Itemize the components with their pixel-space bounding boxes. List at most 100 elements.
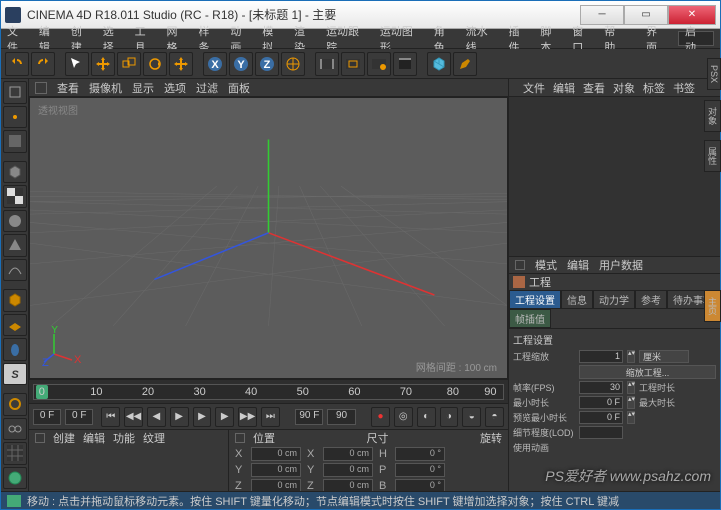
vp-display[interactable]: 显示	[132, 80, 154, 96]
preview-min-input[interactable]: 0 F	[579, 411, 623, 424]
side-tab-psx[interactable]: PSX	[707, 58, 721, 90]
lod-input[interactable]	[579, 426, 623, 439]
grid-button[interactable]	[3, 442, 27, 465]
object-manager-list[interactable]	[509, 97, 720, 256]
key-param-button[interactable]: ◓	[485, 407, 504, 427]
play-back-button[interactable]: ▶	[170, 407, 189, 427]
size-x-input[interactable]: 0 cm	[323, 447, 373, 461]
layout-select[interactable]: 启动	[678, 31, 714, 46]
scale-project-button[interactable]: 缩放工程...	[579, 365, 716, 379]
render-settings-button[interactable]	[367, 52, 391, 76]
fps-spinner[interactable]: ▴▾	[627, 381, 635, 394]
pos-z-input[interactable]: 0 cm	[251, 479, 301, 491]
mat-grip-icon[interactable]	[35, 433, 45, 443]
am-grip-icon[interactable]	[515, 260, 525, 270]
min-time-input[interactable]: 0 F	[579, 396, 623, 409]
coord-rot-tab[interactable]: 旋转	[480, 430, 502, 446]
y-axis-button[interactable]: Y	[229, 52, 253, 76]
model-mode-button[interactable]	[3, 81, 27, 104]
chain-button[interactable]	[3, 418, 27, 441]
next-key-button[interactable]: ▶▶	[238, 407, 257, 427]
key-scale-button[interactable]: ◑	[440, 407, 459, 427]
om-tags[interactable]: 标签	[643, 80, 665, 96]
material-button[interactable]	[3, 467, 27, 490]
redo-button[interactable]	[31, 52, 55, 76]
x-axis-button[interactable]: X	[203, 52, 227, 76]
am-mode[interactable]: 模式	[535, 257, 557, 273]
min-spinner[interactable]: ▴▾	[627, 396, 635, 409]
coord-grip-icon[interactable]	[235, 433, 245, 443]
checker-button[interactable]	[3, 185, 27, 208]
tab-interpolation[interactable]: 帧插值	[509, 309, 551, 328]
circle-button[interactable]	[3, 393, 27, 416]
rot-h-input[interactable]: 0 °	[395, 447, 445, 461]
prev-key-button[interactable]: ◀◀	[124, 407, 143, 427]
goto-start-button[interactable]: ⏮	[101, 407, 120, 427]
coord-size-tab[interactable]: 尺寸	[367, 430, 389, 446]
pos-x-input[interactable]: 0 cm	[251, 447, 301, 461]
scale-unit-select[interactable]: 厘米	[639, 350, 689, 363]
play-forward-button[interactable]: ▶	[193, 407, 212, 427]
texture-mode-button[interactable]	[3, 130, 27, 153]
vp-panel[interactable]: 面板	[228, 80, 250, 96]
goto-end-button[interactable]: ⏭	[261, 407, 280, 427]
vp-options[interactable]: 选项	[164, 80, 186, 96]
record-button[interactable]: ●	[371, 407, 390, 427]
side-tab-content[interactable]: 属性	[704, 140, 721, 172]
mouse-button[interactable]	[3, 338, 27, 361]
mat-texture[interactable]: 纹理	[143, 430, 165, 446]
render-region-button[interactable]	[341, 52, 365, 76]
coord-pos-tab[interactable]: 位置	[253, 430, 275, 446]
floor-button[interactable]	[3, 314, 27, 337]
pen-button[interactable]	[453, 52, 477, 76]
mat-edit[interactable]: 编辑	[83, 430, 105, 446]
s-select-button[interactable]: S	[3, 363, 27, 386]
om-objects[interactable]: 对象	[613, 80, 635, 96]
size-z-input[interactable]: 0 cm	[323, 479, 373, 491]
cube2-button[interactable]	[3, 289, 27, 312]
vp-grip-icon[interactable]	[35, 82, 47, 94]
cube-tool-button[interactable]	[3, 161, 27, 184]
om-file[interactable]: 文件	[523, 80, 545, 96]
om-view[interactable]: 查看	[583, 80, 605, 96]
live-select-button[interactable]	[65, 52, 89, 76]
om-edit[interactable]: 编辑	[553, 80, 575, 96]
viewport-perspective[interactable]: 透视视图 X Y Z	[29, 97, 508, 379]
frame-end-input[interactable]: 90 F	[295, 409, 323, 425]
mat-function[interactable]: 功能	[113, 430, 135, 446]
scale-spinner[interactable]: ▴▾	[627, 350, 635, 363]
render-button[interactable]	[315, 52, 339, 76]
autokey-button[interactable]: ◎	[394, 407, 413, 427]
point-mode-button[interactable]	[3, 106, 27, 129]
pyramid-button[interactable]	[3, 234, 27, 257]
vp-cameras[interactable]: 摄像机	[89, 80, 122, 96]
side-tab-main[interactable]: 主页	[704, 290, 721, 322]
minimize-button[interactable]: ─	[580, 5, 624, 25]
tab-dynamics[interactable]: 动力学	[593, 290, 635, 309]
am-edit[interactable]: 编辑	[567, 257, 589, 273]
tab-info[interactable]: 信息	[561, 290, 593, 309]
tab-reference[interactable]: 参考	[635, 290, 667, 309]
mat-create[interactable]: 创建	[53, 430, 75, 446]
coord-system-button[interactable]	[281, 52, 305, 76]
scale-button[interactable]	[117, 52, 141, 76]
key-pos-button[interactable]: ◐	[417, 407, 436, 427]
pos-y-input[interactable]: 0 cm	[251, 463, 301, 477]
frame-start-input[interactable]: 0 F	[33, 409, 61, 425]
rotate-button[interactable]	[143, 52, 167, 76]
key-rot-button[interactable]: ◒	[462, 407, 481, 427]
undo-button[interactable]	[5, 52, 29, 76]
timeline-ruler[interactable]: 0 10 20 30 40 50 60 70 80 90	[33, 384, 504, 400]
z-axis-button[interactable]: Z	[255, 52, 279, 76]
picture-viewer-button[interactable]	[393, 52, 417, 76]
move-button[interactable]	[91, 52, 115, 76]
vp-view[interactable]: 查看	[57, 80, 79, 96]
nurbs-button[interactable]	[3, 259, 27, 282]
prev-spinner[interactable]: ▴▾	[627, 411, 635, 424]
sphere-button[interactable]	[3, 210, 27, 233]
tab-project-settings[interactable]: 工程设置	[509, 290, 561, 309]
close-button[interactable]: ✕	[668, 5, 716, 25]
am-userdata[interactable]: 用户数据	[599, 257, 643, 273]
frame-current-input[interactable]: 0 F	[65, 409, 93, 425]
next-frame-button[interactable]: ▶	[215, 407, 234, 427]
